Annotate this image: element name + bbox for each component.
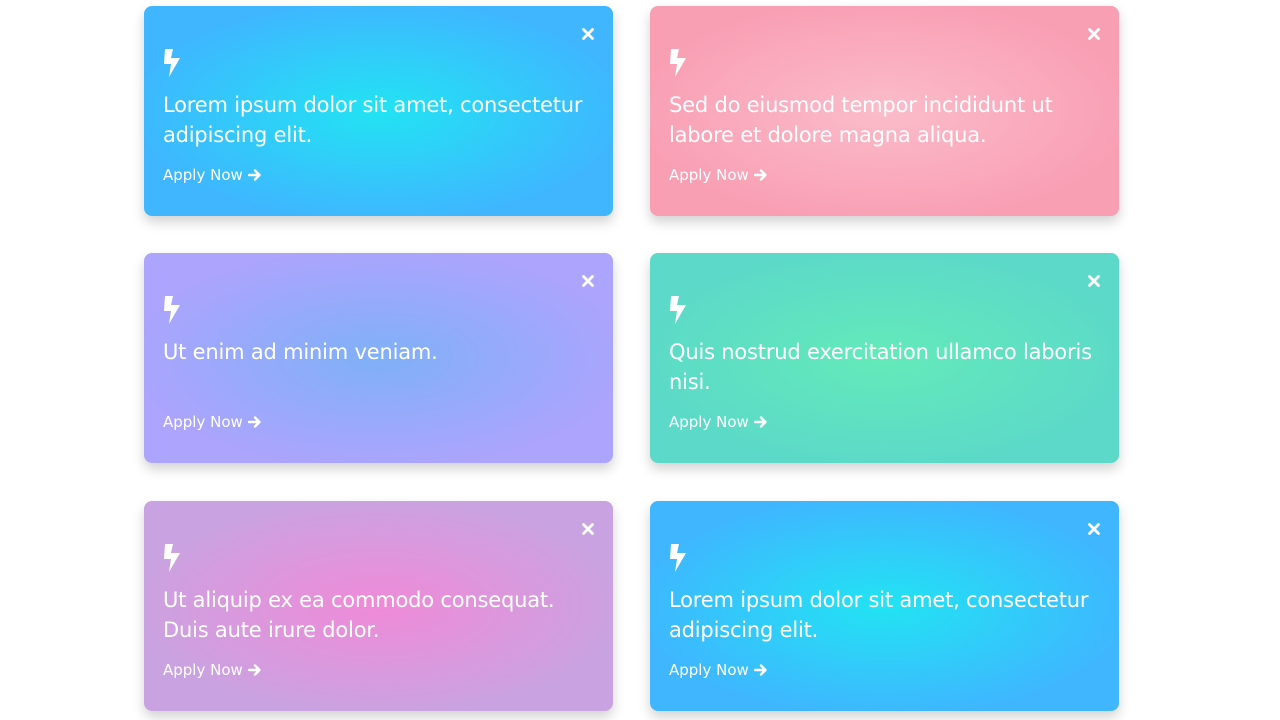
card-message: Ut enim ad minim veniam. xyxy=(163,340,438,364)
lightning-bolt-icon xyxy=(163,48,181,78)
close-icon[interactable] xyxy=(581,27,595,41)
lightning-bolt-icon xyxy=(669,295,687,325)
notification-card: Lorem ipsum dolor sit amet, consectetur … xyxy=(144,6,613,216)
lightning-bolt-icon xyxy=(669,543,687,573)
apply-now-link[interactable]: Apply Now xyxy=(163,412,262,432)
notification-card: Ut aliquip ex ea commodo consequat. Duis… xyxy=(144,501,613,711)
notification-card: Sed do eiusmod tempor incididunt ut labo… xyxy=(650,6,1119,216)
apply-now-label: Apply Now xyxy=(669,166,749,184)
lightning-bolt-icon xyxy=(669,48,687,78)
apply-now-label: Apply Now xyxy=(163,661,243,679)
arrow-right-icon xyxy=(247,663,262,677)
apply-now-label: Apply Now xyxy=(669,661,749,679)
apply-now-label: Apply Now xyxy=(163,413,243,431)
card-message: Sed do eiusmod tempor incididunt ut labo… xyxy=(669,93,1053,147)
lightning-bolt-icon xyxy=(163,543,181,573)
notification-card: Lorem ipsum dolor sit amet, consectetur … xyxy=(650,501,1119,711)
apply-now-label: Apply Now xyxy=(163,166,243,184)
arrow-right-icon xyxy=(753,168,768,182)
notification-card-grid: Lorem ipsum dolor sit amet, consectetur … xyxy=(0,0,1280,720)
close-icon[interactable] xyxy=(1087,27,1101,41)
close-icon[interactable] xyxy=(581,522,595,536)
apply-now-link[interactable]: Apply Now xyxy=(669,660,768,680)
arrow-right-icon xyxy=(247,168,262,182)
notification-card: Quis nostrud exercitation ullamco labori… xyxy=(650,253,1119,463)
notification-card: Ut enim ad minim veniam. Apply Now xyxy=(144,253,613,463)
arrow-right-icon xyxy=(753,415,768,429)
card-message: Ut aliquip ex ea commodo consequat. Duis… xyxy=(163,588,555,642)
arrow-right-icon xyxy=(753,663,768,677)
close-icon[interactable] xyxy=(1087,522,1101,536)
close-icon[interactable] xyxy=(581,274,595,288)
apply-now-link[interactable]: Apply Now xyxy=(669,412,768,432)
card-message: Quis nostrud exercitation ullamco labori… xyxy=(669,340,1092,394)
card-message: Lorem ipsum dolor sit amet, consectetur … xyxy=(669,588,1089,642)
close-icon[interactable] xyxy=(1087,274,1101,288)
lightning-bolt-icon xyxy=(163,295,181,325)
apply-now-link[interactable]: Apply Now xyxy=(163,165,262,185)
apply-now-link[interactable]: Apply Now xyxy=(669,165,768,185)
arrow-right-icon xyxy=(247,415,262,429)
card-message: Lorem ipsum dolor sit amet, consectetur … xyxy=(163,93,583,147)
apply-now-link[interactable]: Apply Now xyxy=(163,660,262,680)
apply-now-label: Apply Now xyxy=(669,413,749,431)
